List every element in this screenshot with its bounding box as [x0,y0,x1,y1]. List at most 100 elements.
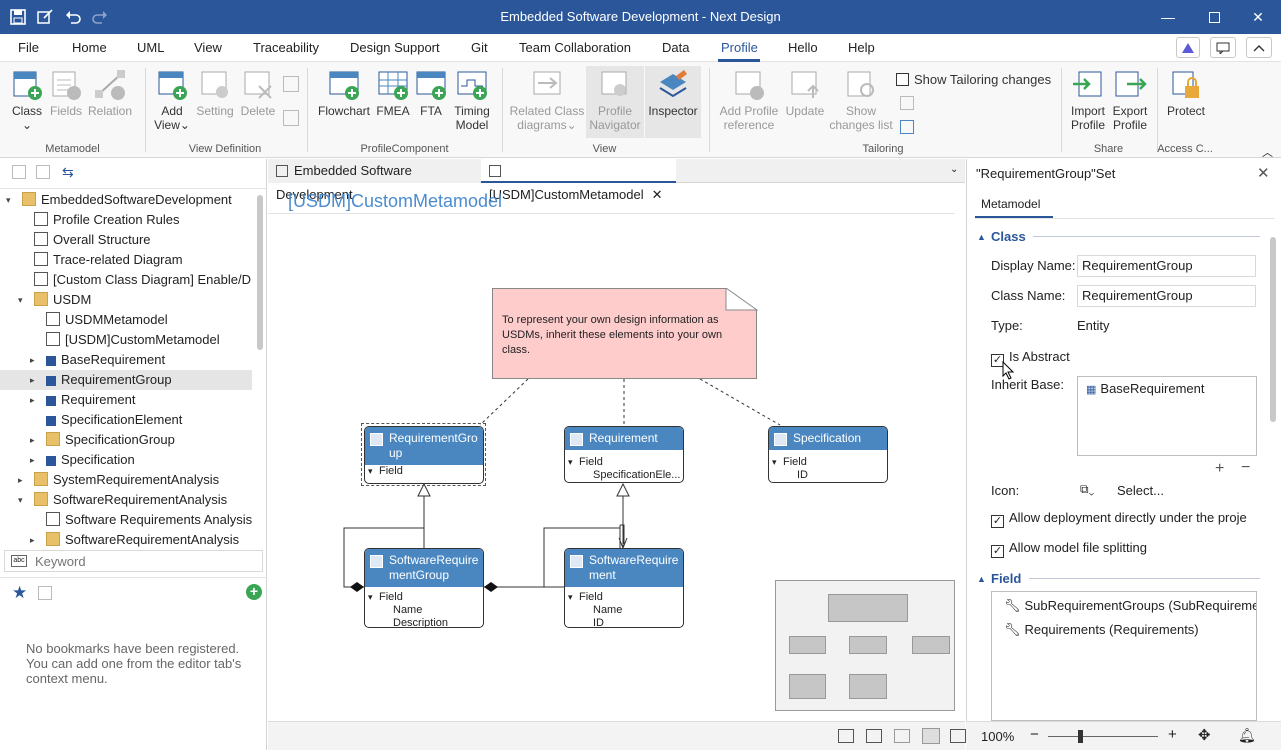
maximize-button[interactable] [1191,0,1237,34]
comment-icon[interactable] [1210,37,1236,58]
minimap[interactable] [775,580,955,711]
zoom-slider-thumb[interactable] [1078,730,1083,743]
image-export-icon[interactable] [950,729,966,743]
menu-traceability[interactable]: Traceability [253,40,319,55]
tree-item[interactable]: SpecificationElement [0,410,252,430]
inherit-base-list[interactable]: ▦ BaseRequirement [1077,376,1257,456]
chevron-down-icon[interactable]: ▾ [6,190,11,210]
inspector-button[interactable]: Inspector [645,66,701,138]
sync-icon[interactable]: ⇆ [62,164,74,181]
tab-metamodel[interactable]: Metamodel [981,197,1040,211]
zoom-in-icon[interactable]: + [1168,726,1177,743]
close-button[interactable]: ✕ [1235,0,1281,34]
chevron-right-icon[interactable]: ▸ [30,450,35,470]
chevron-down-icon[interactable]: ▾ [18,290,23,310]
update-button[interactable]: Update [785,68,825,118]
related-class-diagrams-button[interactable]: Related Class diagrams⌄ [508,68,586,132]
bookmark-star-icon[interactable]: ★ [12,583,27,603]
tree-item[interactable]: ▸ SoftwareRequirementAnalysis [0,530,252,550]
menu-git[interactable]: Git [471,40,488,55]
close-panel-icon[interactable]: ✕ [1257,164,1270,182]
select-icon-link[interactable]: Select... [1117,483,1164,498]
tree-item[interactable]: ▸ BaseRequirement [0,350,252,370]
chevron-right-icon[interactable]: ▸ [30,370,35,390]
layout-icon[interactable] [894,729,910,743]
view-option-icon[interactable] [283,76,299,92]
tree-item[interactable]: [USDM]CustomMetamodel [0,330,252,350]
class-softwarerequirement[interactable]: SoftwareRequire ment Field Name ID [564,548,684,628]
setting-button[interactable]: Setting [194,68,236,118]
view-option-icon[interactable] [283,110,299,126]
properties-scrollbar[interactable] [1270,237,1276,422]
chevron-right-icon[interactable]: ▸ [30,350,35,370]
menu-hello[interactable]: Hello [788,40,818,55]
show-tailoring-checkbox[interactable]: Show Tailoring changes [896,72,1051,87]
fields-button[interactable]: Fields [47,68,85,118]
search-input[interactable] [35,552,255,570]
field-list[interactable]: 🔧︎ SubRequirementGroups (SubRequireme 🔧︎ R… [991,591,1257,721]
assistant-icon[interactable] [1176,37,1200,58]
zoom-out-icon[interactable]: − [1030,726,1039,743]
class-specification[interactable]: Specification Field ID [768,426,888,483]
menu-team-collaboration[interactable]: Team Collaboration [519,40,631,55]
collapse-section-icon[interactable]: ▲ [977,574,986,584]
add-bookmark-icon[interactable]: + [246,584,262,600]
class-button[interactable]: Class ⌄ [8,68,46,132]
collapse-ribbon-icon[interactable]: ︿ [1262,144,1273,160]
tailoring-option-icon[interactable] [900,120,914,134]
tree-item[interactable]: Software Requirements Analysis [0,510,252,530]
collapse-section-icon[interactable]: ▲ [977,232,986,242]
collapse-all-icon[interactable] [12,165,26,179]
fit-to-window-icon[interactable]: ✥ [1198,726,1211,744]
expand-all-icon[interactable] [36,165,50,179]
tree-item[interactable]: Trace-related Diagram [0,250,252,270]
pen-icon[interactable] [922,728,940,744]
class-requirementgroup[interactable]: RequirementGro up Field [364,426,484,484]
tree-scrollbar[interactable] [257,195,263,350]
menu-uml[interactable]: UML [137,40,164,55]
tree-item[interactable]: ▾ SoftwareRequirementAnalysis [0,490,252,510]
layout-icon[interactable] [866,729,882,743]
fta-button[interactable]: FTA [414,68,448,118]
allow-deployment-checkbox[interactable]: ✓ Allow deployment directly under the pro… [991,510,1261,528]
chevron-right-icon[interactable]: ▸ [30,530,35,550]
flowchart-button[interactable]: Flowchart [316,68,372,118]
field-item[interactable]: 🔧︎ SubRequirementGroups (SubRequireme [1004,598,1256,614]
chevron-right-icon[interactable]: ▸ [30,430,35,450]
tree-item[interactable]: Profile Creation Rules [0,210,252,230]
menu-profile[interactable]: Profile [721,40,758,55]
class-requirement[interactable]: Requirement Field SpecificationEle... [564,426,684,483]
search-box[interactable]: abc [4,550,263,572]
menu-data[interactable]: Data [662,40,689,55]
tree-item[interactable]: USDMMetamodel [0,310,252,330]
note-box[interactable]: To represent your own design information… [492,288,757,379]
display-name-field[interactable]: RequirementGroup [1077,255,1256,277]
tree-item[interactable]: Overall Structure [0,230,252,250]
menu-view[interactable]: View [194,40,222,55]
menu-help[interactable]: Help [848,40,875,55]
profile-navigator-button[interactable]: Profile Navigator [586,66,644,138]
relation-button[interactable]: Relation [87,68,133,118]
class-name-field[interactable]: RequirementGroup [1077,285,1256,307]
allow-splitting-checkbox[interactable]: ✓ Allow model file splitting [991,540,1147,558]
minimize-button[interactable]: — [1145,0,1191,34]
import-profile-button[interactable]: Import Profile [1066,68,1110,132]
export-profile-button[interactable]: Export Profile [1108,68,1152,132]
layout-icon[interactable] [838,729,854,743]
field-item[interactable]: 🔧︎ Requirements (Requirements) [1004,622,1199,638]
protect-button[interactable]: Protect [1162,68,1210,118]
fmea-button[interactable]: FMEA [374,68,412,118]
inherit-base-item[interactable]: ▦ BaseRequirement [1086,381,1204,396]
collapse-ribbon-icon[interactable] [1246,37,1272,58]
tree-item[interactable]: ▸ Specification [0,450,252,470]
zoom-slider[interactable] [1048,736,1158,737]
chevron-right-icon[interactable]: ▸ [18,470,23,490]
tree-item[interactable]: ▸ RequirementGroup [0,370,252,390]
show-changes-list-button[interactable]: Show changes list [828,68,894,132]
menu-file[interactable]: File [18,40,39,55]
add-inherit-icon[interactable]: + [1215,460,1224,478]
add-view-button[interactable]: Add View⌄ [152,68,192,132]
remove-inherit-icon[interactable]: − [1241,459,1250,477]
chevron-down-icon[interactable]: ▾ [18,490,23,510]
tree-item[interactable]: ▸ Requirement [0,390,252,410]
